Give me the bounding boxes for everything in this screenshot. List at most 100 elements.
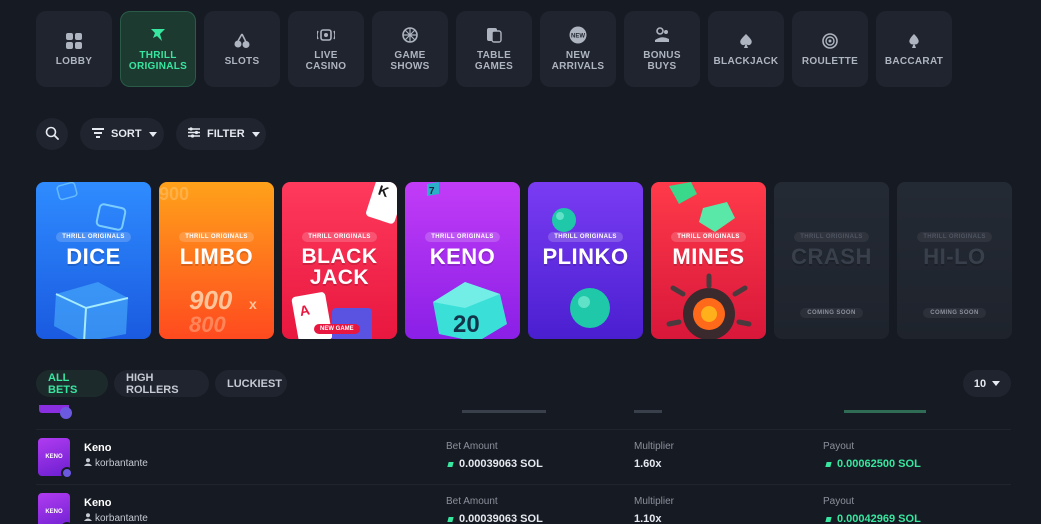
svg-text:900: 900 — [159, 184, 189, 204]
game-card-dice[interactable]: THRILL ORIGINALS DICE — [36, 182, 151, 339]
tab-label-line2: ARRIVALS — [551, 61, 605, 72]
table-row[interactable]: KENO Keno korbantante Bet Amount 0.00039… — [36, 484, 1011, 524]
chevron-down-icon — [992, 381, 1001, 386]
game-card-blackjack[interactable]: K A THRILL ORIGINALS BLACK JACK NEW GAME — [282, 182, 397, 339]
live-icon — [317, 26, 335, 44]
game-card-plinko[interactable]: THRILL ORIGINALS PLINKO — [528, 182, 643, 339]
tab-label: LUCKIEST — [227, 377, 282, 390]
payout-value: 0.00042969 SOL — [825, 513, 921, 524]
game-thumbnail: KENO — [38, 438, 73, 479]
tab-label-line2: SHOWS — [390, 61, 430, 72]
filter-button[interactable]: FILTER — [176, 118, 266, 150]
game-card-crash: THRILL ORIGINALS CRASH COMING SOON — [774, 182, 889, 339]
bets-list: KENO Keno korbantante Bet Amount 0.00039… — [36, 405, 1011, 524]
rows-count-select[interactable]: 10 — [963, 370, 1011, 397]
tab-bonus-buys[interactable]: BONUS BUYS — [624, 11, 700, 87]
tab-label: ROULETTE — [801, 55, 859, 67]
game-name: BLACK JACK — [301, 245, 378, 289]
tab-slots[interactable]: SLOTS — [204, 11, 280, 87]
game-name: CRASH — [791, 244, 872, 269]
tab-baccarat[interactable]: BACCARAT — [876, 11, 952, 87]
sort-icon — [92, 127, 104, 141]
bet-user: korbantante — [84, 458, 148, 469]
tab-label: HIGH ROLLERS — [126, 371, 179, 396]
bet-amount-text: 0.00039063 SOL — [459, 513, 543, 524]
grid-icon — [65, 32, 83, 50]
tab-label-line1: NEW — [565, 50, 591, 61]
tab-high-rollers[interactable]: HIGH ROLLERS — [114, 370, 209, 397]
payout-label: Payout — [823, 441, 855, 452]
avatar — [61, 467, 73, 479]
filter-label: FILTER — [207, 128, 245, 140]
payout-text: 0.00042969 SOL — [837, 513, 921, 524]
tab-blackjack[interactable]: BLACKJACK — [708, 11, 784, 87]
game-badge: THRILL ORIGINALS — [671, 232, 746, 242]
new-game-label: NEW GAME — [314, 324, 360, 334]
tab-roulette[interactable]: ROULETTE — [792, 11, 868, 87]
svg-text:20: 20 — [453, 311, 480, 338]
sort-button[interactable]: SORT — [80, 118, 164, 150]
sol-icon — [825, 516, 832, 522]
tab-lobby[interactable]: LOBBY — [36, 11, 112, 87]
game-name: KENO — [429, 244, 496, 269]
svg-text:A: A — [298, 301, 311, 319]
rows-count-value: 10 — [973, 377, 987, 390]
svg-text:K: K — [376, 182, 391, 200]
game-card-limbo[interactable]: 900 x 800 900 THRILL ORIGINALS LIMBO — [159, 182, 274, 339]
username[interactable]: korbantante — [95, 458, 148, 469]
game-name: LIMBO — [179, 244, 254, 269]
svg-text:NEW: NEW — [571, 34, 585, 40]
tab-label: BLACKJACK — [713, 55, 779, 67]
tab-live-casino[interactable]: LIVE CASINO — [288, 11, 364, 87]
tab-label: LOBBY — [55, 55, 93, 67]
search-icon — [45, 126, 59, 143]
tab-table-games[interactable]: TABLE GAMES — [456, 11, 532, 87]
chevron-down-icon — [251, 131, 260, 137]
thumb-label: KENO — [45, 509, 63, 515]
user-icon — [84, 513, 92, 524]
sort-label: SORT — [111, 128, 142, 140]
game-card-keno[interactable]: 7 20 THRILL ORIGINALS KENO — [405, 182, 520, 339]
roulette-icon — [821, 32, 839, 50]
tab-all-bets[interactable]: ALL BETS — [36, 370, 108, 397]
bet-user: korbantante — [84, 513, 148, 524]
new-badge-icon: NEW — [569, 26, 587, 44]
tab-game-shows[interactable]: GAME SHOWS — [372, 11, 448, 87]
game-badge: THRILL ORIGINALS — [56, 232, 131, 242]
game-name: MINES — [672, 244, 745, 269]
multiplier-value: 1.60x — [634, 458, 662, 470]
svg-text:7: 7 — [429, 186, 435, 197]
scrolled-row-remnant — [36, 405, 1011, 419]
cards-icon — [485, 26, 503, 44]
chevron-down-icon — [148, 131, 157, 137]
game-card-hi-lo: THRILL ORIGINALS HI-LO COMING SOON — [897, 182, 1012, 339]
svg-text:x: x — [249, 296, 257, 312]
multiplier-value: 1.10x — [634, 513, 662, 524]
category-tabs: LOBBY THRILL ORIGINALS SLOTS LIVE CASINO… — [36, 11, 952, 87]
game-badge: THRILL ORIGINALS — [794, 232, 869, 242]
table-row[interactable]: KENO Keno korbantante Bet Amount 0.00039… — [36, 429, 1011, 483]
game-badge: THRILL ORIGINALS — [302, 232, 377, 242]
coming-soon-badge: COMING SOON — [800, 308, 863, 318]
sol-icon — [447, 461, 454, 467]
username[interactable]: korbantante — [95, 513, 148, 524]
sol-icon — [447, 516, 454, 522]
search-button[interactable] — [36, 118, 68, 150]
tab-label-line2: BUYS — [647, 61, 677, 72]
payout-text: 0.00062500 SOL — [837, 458, 921, 470]
game-name: HI-LO — [923, 244, 986, 269]
svg-text:800: 800 — [189, 312, 226, 337]
tab-luckiest[interactable]: LUCKIEST — [215, 370, 287, 397]
thumb-label: KENO — [45, 454, 63, 460]
tab-thrill-originals[interactable]: THRILL ORIGINALS — [120, 11, 196, 87]
game-card-mines[interactable]: THRILL ORIGINALS MINES — [651, 182, 766, 339]
filter-icon — [188, 127, 200, 141]
tab-label-line2: GAMES — [474, 61, 514, 72]
tab-new-arrivals[interactable]: NEW NEW ARRIVALS — [540, 11, 616, 87]
bet-amount-text: 0.00039063 SOL — [459, 458, 543, 470]
bet-amount-value: 0.00039063 SOL — [447, 513, 543, 524]
tab-label: SLOTS — [224, 55, 260, 67]
bonus-icon — [653, 26, 671, 44]
tab-label-line1: GAME — [394, 50, 426, 61]
game-badge: THRILL ORIGINALS — [179, 232, 254, 242]
